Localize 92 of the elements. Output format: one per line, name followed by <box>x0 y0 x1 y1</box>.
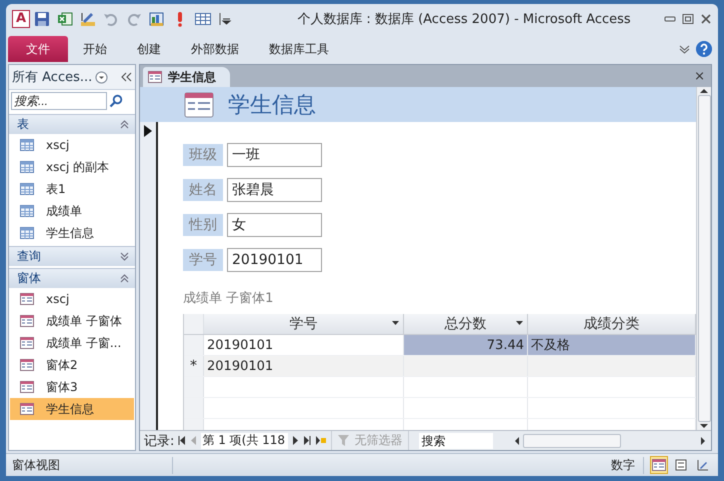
current-record-icon <box>144 125 152 137</box>
nav-item[interactable]: 学生信息 <box>10 398 134 420</box>
table-icon <box>20 227 34 239</box>
next-record-icon[interactable] <box>292 436 300 445</box>
field-label: 班级 <box>183 144 223 166</box>
record-position-field[interactable]: 第 1 项(共 118 <box>201 432 288 448</box>
minimize-icon[interactable] <box>664 14 676 24</box>
maximize-icon[interactable] <box>682 14 694 24</box>
collapse-pane-icon[interactable] <box>121 72 132 82</box>
ribbon-tab[interactable]: 文件 <box>8 36 68 62</box>
text-field[interactable]: 女 <box>227 213 322 237</box>
ribbon-tab[interactable]: 外部数据 <box>176 36 254 62</box>
report-icon[interactable] <box>149 11 165 27</box>
search-field[interactable]: 搜索 <box>419 432 494 448</box>
nav-group-header[interactable]: 窗体 <box>9 268 135 288</box>
collapse-ribbon-icon[interactable] <box>679 44 690 54</box>
form-icon <box>148 71 162 83</box>
text-field[interactable]: 20190101 <box>227 248 322 272</box>
save-icon[interactable] <box>34 11 50 27</box>
caret-icon[interactable] <box>392 321 399 325</box>
nav-group-label: 查询 <box>17 248 41 265</box>
nav-item[interactable]: xscj <box>10 288 134 310</box>
funnel-icon <box>338 434 352 446</box>
ribbon-tab[interactable]: 数据库工具 <box>254 36 344 62</box>
table-icon <box>20 139 34 151</box>
nav-item[interactable]: 成绩单 子窗体 <box>10 310 134 332</box>
subform-label: 成绩单 子窗体1 <box>183 290 274 307</box>
close-icon[interactable] <box>700 14 712 24</box>
form-icon <box>20 381 34 393</box>
form-icon <box>20 293 34 305</box>
table-cell: 20190101 <box>204 356 404 376</box>
expand-chevron-icon[interactable] <box>120 252 129 261</box>
app-logo: A <box>12 10 30 28</box>
nav-item[interactable]: 成绩单 子窗... <box>10 332 134 354</box>
help-icon[interactable] <box>696 41 712 57</box>
column-header[interactable]: 总分数 <box>404 314 528 334</box>
record-label: 记录: <box>144 432 174 450</box>
form-icon <box>20 315 34 327</box>
table-cell: 73.44 <box>404 335 528 355</box>
caret-icon[interactable] <box>516 321 523 325</box>
spreadsheet-icon[interactable] <box>57 11 73 27</box>
ribbon-tab[interactable]: 开始 <box>68 36 122 62</box>
select-all-cell[interactable] <box>184 314 204 334</box>
form-icon <box>20 359 34 371</box>
document-tab[interactable]: 学生信息 <box>143 67 230 87</box>
nav-item[interactable]: 窗体2 <box>10 354 134 376</box>
nav-item[interactable]: xscj 的副本 <box>10 156 134 178</box>
nav-item[interactable]: 成绩单 <box>10 200 134 222</box>
text-field[interactable]: 张碧晨 <box>227 178 322 202</box>
nav-group-label: 窗体 <box>17 270 41 287</box>
nav-group-label: 表 <box>17 116 29 133</box>
text-field[interactable]: 一班 <box>227 143 322 167</box>
form-view-icon <box>652 459 666 471</box>
nav-group-header[interactable]: 查询 <box>9 246 135 266</box>
customize-caret-icon[interactable] <box>218 11 234 27</box>
field-label: 性别 <box>183 214 223 236</box>
design-view-icon <box>697 459 709 471</box>
nav-item[interactable]: 表1 <box>10 178 134 200</box>
form-icon <box>184 92 214 118</box>
table-icon <box>20 161 34 173</box>
table-cell: 不及格 <box>528 335 696 355</box>
new-record-icon[interactable] <box>315 436 328 445</box>
table-icon <box>20 183 34 195</box>
search-icon[interactable] <box>109 94 123 108</box>
window-title: 个人数据库 : 数据库 (Access 2007) - Microsoft Access <box>296 11 632 28</box>
dropdown-icon[interactable] <box>95 70 108 84</box>
column-header[interactable]: 学号 <box>204 314 404 334</box>
form-icon <box>20 403 34 415</box>
table-icon <box>20 205 34 217</box>
form-icon <box>20 337 34 349</box>
view-status: 窗体视图 <box>12 456 173 474</box>
collapse-chevron-icon[interactable] <box>120 120 129 129</box>
vertical-scrollbar[interactable] <box>696 87 711 430</box>
first-record-icon[interactable] <box>178 436 186 445</box>
layout-view-icon <box>675 459 687 471</box>
view-button[interactable] <box>650 456 668 474</box>
search-field[interactable]: 搜索... <box>11 92 107 110</box>
form-title: 学生信息 <box>228 92 316 120</box>
scroll-right-icon[interactable] <box>699 436 707 446</box>
pencil-ruler-icon[interactable] <box>80 11 96 27</box>
nav-group-header[interactable]: 表 <box>9 114 135 134</box>
collapse-chevron-icon[interactable] <box>120 274 129 283</box>
close-tab-button[interactable]: × <box>694 68 705 84</box>
field-label: 姓名 <box>183 179 223 201</box>
last-record-icon[interactable] <box>303 436 312 445</box>
table-grid-icon[interactable] <box>195 11 211 27</box>
field-label: 学号 <box>183 249 223 271</box>
ribbon-tab[interactable]: 创建 <box>122 36 176 62</box>
nav-item[interactable]: 学生信息 <box>10 222 134 244</box>
num-lock-indicator: 数字 <box>611 456 644 474</box>
nav-item[interactable]: 窗体3 <box>10 376 134 398</box>
nav-item[interactable]: xscj <box>10 134 134 156</box>
